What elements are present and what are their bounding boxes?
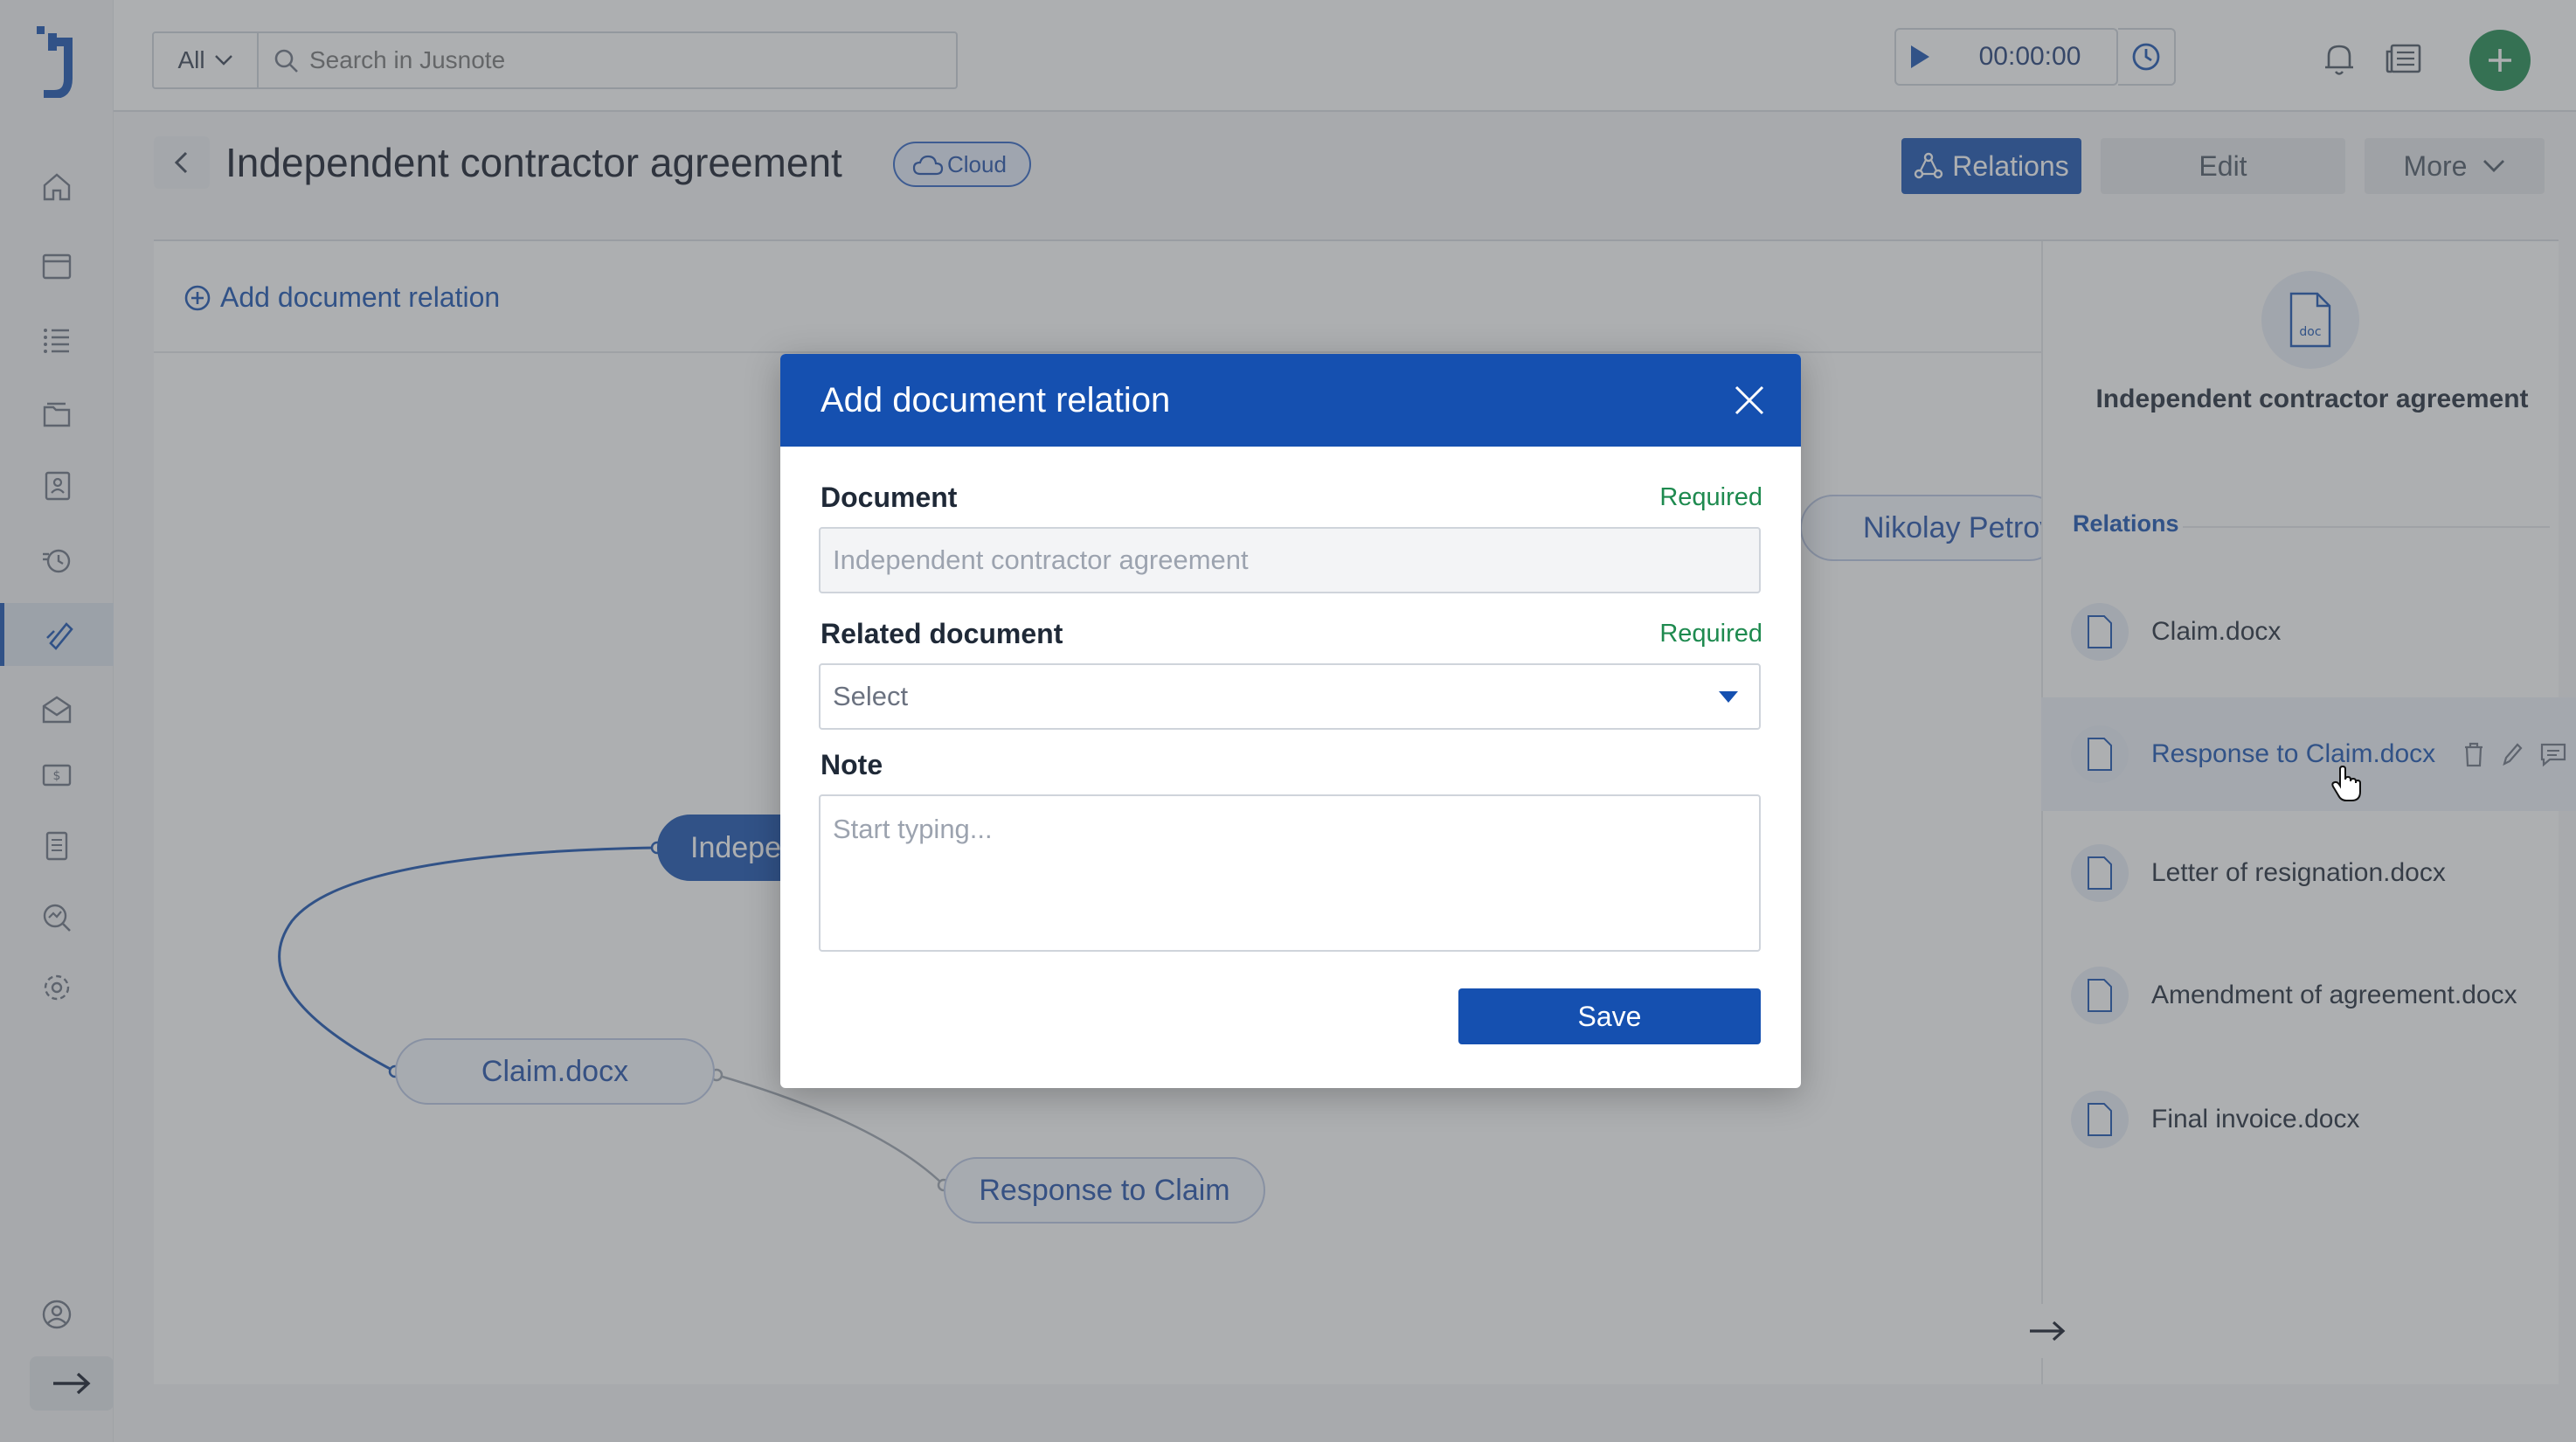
add-document-relation-dialog: Add document relation Document Required …: [780, 354, 1801, 1088]
document-field-label: Document: [821, 482, 958, 513]
hand-cursor-icon: [2331, 766, 2361, 801]
note-placeholder: Start typing...: [833, 814, 993, 844]
caret-down-icon: [1719, 691, 1738, 703]
close-button[interactable]: [1728, 378, 1771, 422]
related-document-select[interactable]: Select: [819, 663, 1761, 730]
close-icon: [1735, 385, 1764, 415]
dialog-header: Add document relation: [780, 354, 1801, 447]
related-document-field-label: Related document: [821, 618, 1063, 649]
related-document-select-value: Select: [833, 681, 909, 711]
save-button[interactable]: Save: [1458, 988, 1761, 1044]
dialog-title: Add document relation: [821, 380, 1171, 419]
note-field-label: Note: [821, 749, 883, 780]
document-required-label: Required: [1659, 483, 1762, 511]
related-document-required-label: Required: [1659, 620, 1762, 648]
save-button-label: Save: [1577, 1000, 1642, 1032]
document-field: Independent contractor agreement: [819, 527, 1761, 593]
note-textarea[interactable]: Start typing...: [819, 794, 1761, 952]
